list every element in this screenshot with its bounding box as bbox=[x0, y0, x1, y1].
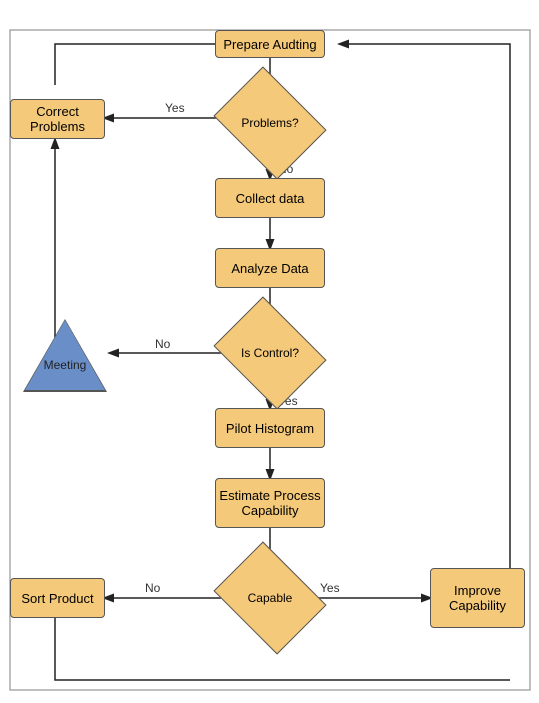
sort-product-label: Sort Product bbox=[21, 591, 93, 606]
no3-label: No bbox=[145, 581, 161, 595]
is-control-diamond: Is Control? bbox=[225, 318, 315, 388]
prepare-audting-node: Prepare Audting bbox=[215, 30, 325, 58]
correct-problems-label: Correct Problems bbox=[11, 104, 104, 134]
analyze-data-label: Analyze Data bbox=[231, 261, 308, 276]
meeting-triangle: Meeting bbox=[25, 320, 105, 390]
collect-data-label: Collect data bbox=[236, 191, 305, 206]
correct-problems-node: Correct Problems bbox=[10, 99, 105, 139]
is-control-label: Is Control? bbox=[241, 346, 299, 360]
capable-label: Capable bbox=[248, 591, 293, 605]
problems-diamond: Problems? bbox=[225, 88, 315, 158]
estimate-process-node: Estimate Process Capability bbox=[215, 478, 325, 528]
pilot-histogram-label: Pilot Histogram bbox=[226, 421, 314, 436]
estimate-process-label: Estimate Process Capability bbox=[216, 488, 324, 518]
meeting-label: Meeting bbox=[44, 358, 87, 372]
capable-diamond: Capable bbox=[225, 563, 315, 633]
pilot-histogram-node: Pilot Histogram bbox=[215, 408, 325, 448]
analyze-data-node: Analyze Data bbox=[215, 248, 325, 288]
flowchart-diagram: Yes No No Yes No Yes Prepare Audting Pro… bbox=[0, 0, 539, 703]
improve-capability-label: Improve Capability bbox=[431, 583, 524, 613]
yes1-label: Yes bbox=[165, 101, 185, 115]
yes3-label: Yes bbox=[320, 581, 340, 595]
no2-label: No bbox=[155, 337, 171, 351]
problems-label: Problems? bbox=[241, 116, 298, 130]
collect-data-node: Collect data bbox=[215, 178, 325, 218]
prepare-audting-label: Prepare Audting bbox=[223, 37, 316, 52]
improve-capability-node: Improve Capability bbox=[430, 568, 525, 628]
sort-product-node: Sort Product bbox=[10, 578, 105, 618]
